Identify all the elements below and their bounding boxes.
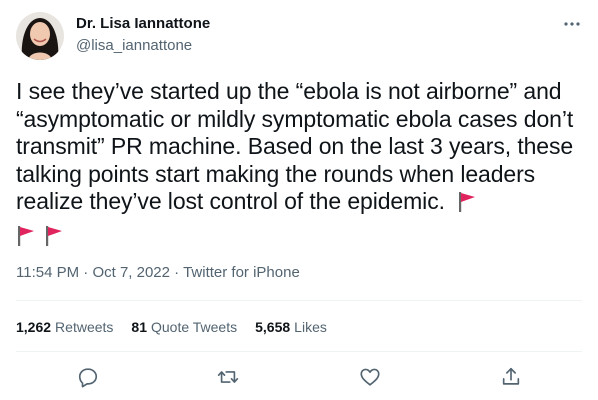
avatar[interactable] [16, 12, 64, 60]
reply-button[interactable] [73, 362, 103, 392]
reply-icon [78, 368, 98, 388]
retweets-count: 1,262 [16, 319, 52, 335]
author-name[interactable]: Dr. Lisa Iannattone [76, 15, 210, 32]
meta-separator: · [174, 264, 180, 281]
likes-label: Likes [294, 319, 327, 335]
divider [16, 351, 582, 352]
quote-tweets-stat[interactable]: 81 Quote Tweets [131, 319, 237, 335]
author-handle[interactable]: @lisa_iannattone [76, 37, 192, 54]
divider [16, 300, 582, 301]
tweet-text: I see they’ve started up the “ebola is n… [16, 78, 586, 253]
red-flag-icon [44, 225, 64, 254]
likes-count: 5,658 [255, 319, 291, 335]
tweet-time[interactable]: 11:54 PM [16, 264, 79, 281]
tweet-source[interactable]: Twitter for iPhone [183, 264, 300, 281]
retweet-icon [217, 371, 239, 383]
meta-separator: · [83, 264, 89, 281]
share-icon [502, 367, 520, 385]
tweet-date[interactable]: Oct 7, 2022 [92, 264, 170, 281]
likes-stat[interactable]: 5,658 Likes [255, 319, 327, 335]
more-options-button[interactable] [556, 12, 588, 36]
avatar-photo-icon [16, 12, 64, 60]
like-icon [360, 368, 380, 386]
red-flag-icon [457, 191, 477, 220]
tweet-meta: 11:54 PM · Oct 7, 2022 · Twitter for iPh… [16, 264, 300, 281]
quotes-label: Quote Tweets [150, 319, 238, 335]
retweets-label: Retweets [55, 319, 114, 335]
red-flag-icon [16, 225, 36, 254]
more-icon [564, 22, 580, 26]
retweet-button[interactable] [213, 362, 243, 392]
tweet-stats: 1,262 Retweets 81 Quote Tweets 5,658 Likes [16, 319, 327, 335]
tweet-text-content: I see they’ve started up the “ebola is n… [16, 78, 574, 214]
quotes-count: 81 [131, 319, 147, 335]
like-button[interactable] [355, 362, 385, 392]
action-bar [0, 362, 598, 392]
retweets-stat[interactable]: 1,262 Retweets [16, 319, 113, 335]
share-button[interactable] [496, 362, 526, 392]
